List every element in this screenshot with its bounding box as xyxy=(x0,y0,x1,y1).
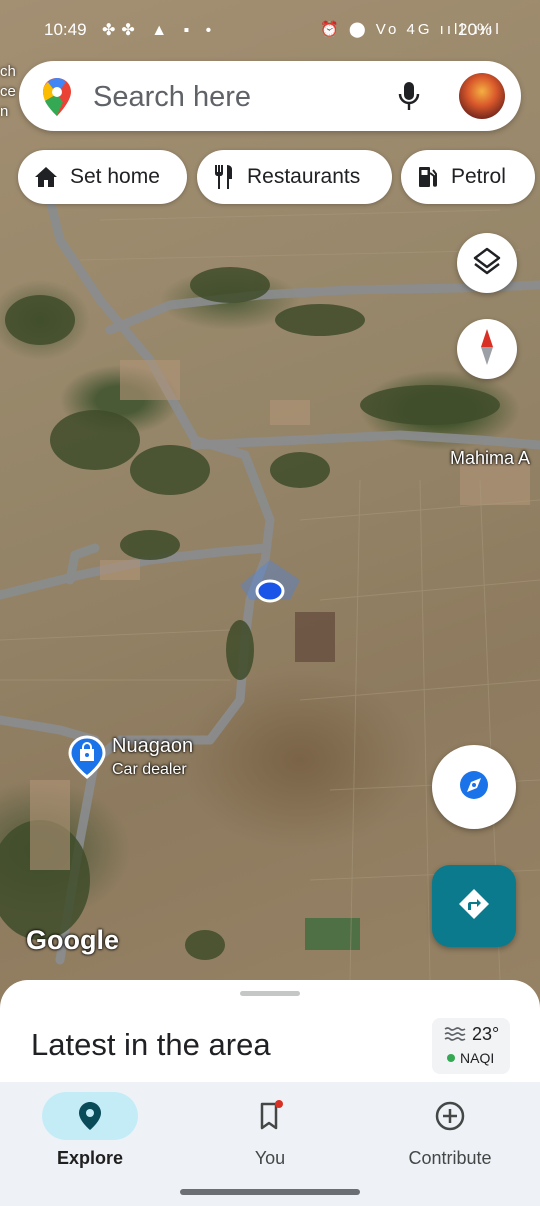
road-label: Mahima A xyxy=(450,448,531,468)
status-time: 10:49 xyxy=(44,20,87,39)
restaurant-icon xyxy=(213,164,235,190)
map-edge-labels: ch ce n xyxy=(0,62,16,122)
chip-label: Petrol xyxy=(451,165,506,188)
edge-label: n xyxy=(0,103,9,120)
chip-petrol[interactable]: Petrol xyxy=(401,150,535,204)
status-bar: 10:49 ✤✤ ▲ ▪ • ⏰ ⬤ Vo 4G ııll ıııl 20% xyxy=(0,0,540,60)
search-input[interactable]: Search here xyxy=(93,81,251,114)
tab-label: Explore xyxy=(56,1148,124,1168)
battery-level: 20% xyxy=(458,20,493,39)
sheet-title: Latest in the area xyxy=(31,1027,271,1062)
bottom-sheet[interactable]: Latest in the area 23° NAQI xyxy=(0,980,540,1090)
bottom-navigation: Explore You Contribute xyxy=(0,1082,540,1206)
haze-icon xyxy=(444,1026,466,1047)
layers-button[interactable] xyxy=(457,233,517,293)
air-quality-label: NAQI xyxy=(460,1050,495,1066)
my-location-button[interactable] xyxy=(432,745,516,829)
directions-icon xyxy=(456,886,492,927)
tab-explore[interactable]: Explore xyxy=(0,1082,180,1182)
gesture-home-bar[interactable] xyxy=(180,1189,360,1195)
add-circle-icon xyxy=(432,1098,468,1134)
category-chips: Set home Restaurants Petrol xyxy=(0,150,540,204)
notification-icons: ✤✤ ▲ ▪ • xyxy=(102,22,218,39)
chip-label: Set home xyxy=(70,165,160,188)
mic-icon[interactable] xyxy=(397,80,421,117)
fuel-icon xyxy=(417,165,439,189)
weather-widget[interactable]: 23° NAQI xyxy=(432,1018,510,1074)
place-category: Car dealer xyxy=(112,761,187,778)
bookmark-icon xyxy=(252,1098,288,1134)
tab-you[interactable]: You xyxy=(180,1082,360,1182)
tab-label: You xyxy=(254,1148,286,1168)
chip-label: Restaurants xyxy=(247,165,361,188)
layers-icon xyxy=(472,246,502,281)
car-dealer-pin-icon xyxy=(68,735,106,784)
air-quality-dot xyxy=(447,1054,455,1062)
search-bar[interactable]: Search here xyxy=(19,61,521,131)
place-name: Nuagaon xyxy=(112,735,194,757)
compass-button[interactable] xyxy=(457,319,517,379)
tab-label: Contribute xyxy=(408,1148,492,1168)
edge-label: ce xyxy=(0,83,16,100)
temperature: 23° xyxy=(472,1024,500,1044)
compass-icon xyxy=(477,327,497,372)
directions-button[interactable] xyxy=(432,865,516,947)
google-maps-logo-icon xyxy=(41,77,73,122)
edge-label: ch xyxy=(0,63,16,80)
location-pin-icon xyxy=(72,1098,108,1134)
chip-restaurants[interactable]: Restaurants xyxy=(197,150,392,204)
home-icon xyxy=(34,166,58,188)
sheet-drag-handle[interactable] xyxy=(240,991,300,996)
tab-contribute[interactable]: Contribute xyxy=(360,1082,540,1182)
navigation-arrow-icon xyxy=(458,769,490,806)
google-attribution: Google xyxy=(26,925,119,955)
profile-avatar[interactable] xyxy=(459,73,505,119)
chip-set-home[interactable]: Set home xyxy=(18,150,187,204)
